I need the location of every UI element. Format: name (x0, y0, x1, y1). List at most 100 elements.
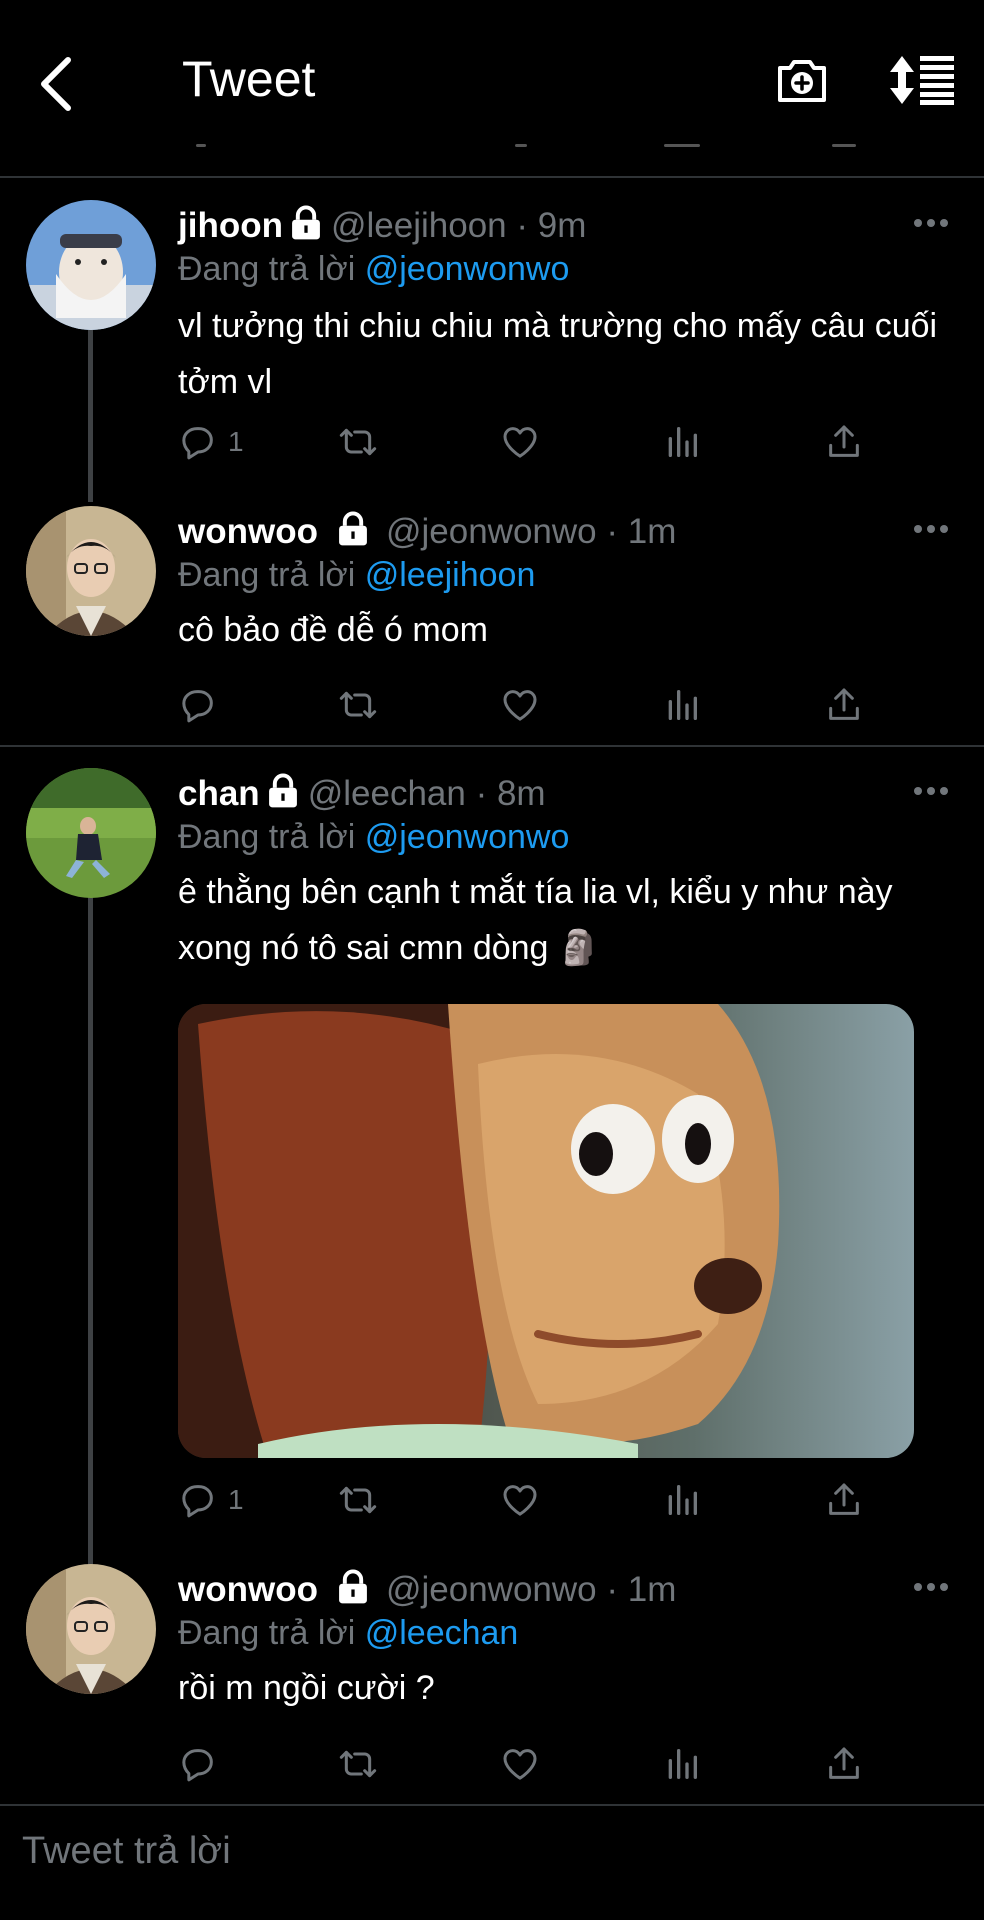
display-name[interactable]: wonwoo (178, 1570, 318, 1609)
more-icon[interactable] (914, 525, 948, 535)
avatar[interactable] (26, 768, 156, 898)
replying-to: Đang trả lời @leechan (178, 1612, 518, 1654)
separator: · (606, 1570, 619, 1609)
separator: · (606, 512, 619, 551)
mention-link[interactable]: @jeonwonwo (365, 250, 570, 288)
scrolled-content-edge (0, 140, 984, 156)
share-button[interactable] (824, 1476, 864, 1524)
share-icon (824, 685, 864, 725)
analytics-button[interactable] (662, 1740, 702, 1788)
reply-button[interactable]: 1 (178, 418, 244, 466)
tweet-text: rồi m ngồi cười ? (178, 1669, 435, 1707)
handle[interactable]: @jeonwonwo (386, 512, 597, 551)
lock-icon (336, 1569, 370, 1605)
replying-to: Đang trả lời @jeonwonwo (178, 816, 569, 858)
thread-line (88, 330, 93, 502)
display-name[interactable]: wonwoo (178, 512, 318, 551)
analytics-icon (662, 1480, 702, 1520)
media-image[interactable] (178, 1004, 914, 1458)
mention-link[interactable]: @leechan (365, 1614, 519, 1652)
tweet-actions: 1 (178, 1476, 878, 1526)
lock-icon (289, 205, 323, 241)
analytics-icon (662, 422, 702, 462)
thread-line (88, 896, 93, 1566)
tweet-text: vl tưởng thi chiu chiu mà trường cho mấy… (178, 307, 938, 401)
replying-to: Đang trả lời @leejihoon (178, 554, 535, 596)
like-icon (500, 1744, 540, 1784)
handle[interactable]: @jeonwonwo (386, 1570, 597, 1609)
share-icon (824, 1480, 864, 1520)
share-icon (824, 422, 864, 462)
retweet-icon (338, 1744, 378, 1784)
tweet-actions (178, 681, 878, 731)
divider (0, 745, 984, 747)
camera-plus-icon[interactable] (774, 52, 830, 108)
reply-count: 1 (228, 1484, 244, 1515)
avatar[interactable] (26, 506, 156, 636)
divider (0, 176, 984, 178)
share-icon (824, 1744, 864, 1784)
tweet-text: cô bảo đề dễ ó mom (178, 611, 488, 649)
separator: · (516, 206, 529, 245)
timestamp: 9m (537, 206, 587, 245)
analytics-button[interactable] (662, 418, 702, 466)
reply-button[interactable] (178, 1740, 228, 1788)
reply-button[interactable] (178, 681, 228, 729)
retweet-button[interactable] (338, 1740, 378, 1788)
retweet-icon (338, 685, 378, 725)
like-button[interactable] (500, 418, 540, 466)
share-button[interactable] (824, 1740, 864, 1788)
timestamp: 8m (496, 774, 546, 813)
replying-to-label: Đang trả lời (178, 818, 356, 856)
separator: · (475, 774, 488, 813)
like-button[interactable] (500, 1476, 540, 1524)
more-icon[interactable] (914, 1583, 948, 1593)
display-name[interactable]: chan (178, 774, 260, 813)
replying-to-label: Đang trả lời (178, 556, 356, 594)
timestamp: 1m (627, 1570, 677, 1609)
lock-icon (266, 773, 300, 809)
lock-icon (336, 511, 370, 547)
tweet-actions: 1 (178, 418, 878, 468)
like-icon (500, 685, 540, 725)
analytics-icon (662, 1744, 702, 1784)
sort-icon[interactable] (890, 54, 956, 106)
avatar[interactable] (26, 1564, 156, 1694)
reply-input[interactable]: Tweet trả lời (22, 1830, 231, 1873)
retweet-button[interactable] (338, 1476, 378, 1524)
avatar[interactable] (26, 200, 156, 330)
replying-to: Đang trả lời @jeonwonwo (178, 248, 569, 290)
share-button[interactable] (824, 681, 864, 729)
like-button[interactable] (500, 681, 540, 729)
timestamp: 1m (627, 512, 677, 551)
more-icon[interactable] (914, 787, 948, 797)
back-arrow-icon[interactable] (32, 52, 82, 116)
reply-icon (178, 685, 218, 725)
mention-link[interactable]: @jeonwonwo (365, 818, 570, 856)
handle[interactable]: @leechan (308, 774, 466, 813)
page-title: Tweet (182, 51, 316, 107)
tweet-actions (178, 1740, 878, 1790)
analytics-button[interactable] (662, 1476, 702, 1524)
replying-to-label: Đang trả lời (178, 1614, 356, 1652)
share-button[interactable] (824, 418, 864, 466)
retweet-icon (338, 422, 378, 462)
analytics-button[interactable] (662, 681, 702, 729)
retweet-icon (338, 1480, 378, 1520)
like-button[interactable] (500, 1740, 540, 1788)
reply-icon (178, 1480, 218, 1520)
display-name[interactable]: jihoon (178, 206, 283, 245)
like-icon (500, 422, 540, 462)
tweet-text: ê thằng bên cạnh t mắt tía lia vl, kiểu … (178, 873, 893, 967)
reply-composer: Tweet trả lời (0, 1806, 984, 1920)
retweet-button[interactable] (338, 418, 378, 466)
handle[interactable]: @leejihoon (331, 206, 507, 245)
reply-count: 1 (228, 426, 244, 457)
like-icon (500, 1480, 540, 1520)
mention-link[interactable]: @leejihoon (365, 556, 536, 594)
retweet-button[interactable] (338, 681, 378, 729)
replying-to-label: Đang trả lời (178, 250, 356, 288)
more-icon[interactable] (914, 219, 948, 229)
analytics-icon (662, 685, 702, 725)
reply-button[interactable]: 1 (178, 1476, 244, 1524)
